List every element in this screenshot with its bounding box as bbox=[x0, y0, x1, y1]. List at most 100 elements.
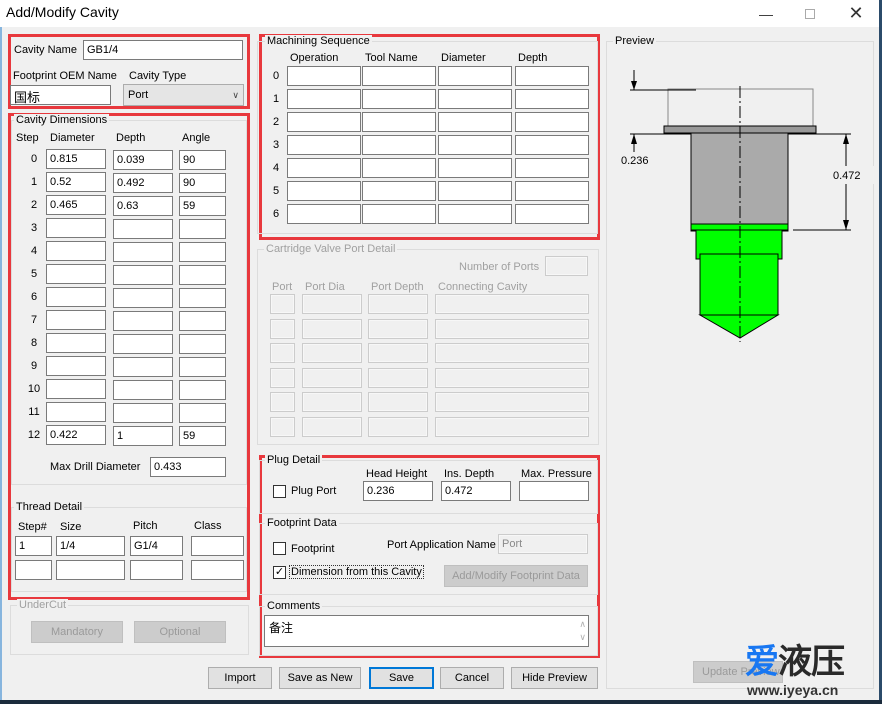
thread-pitch-input[interactable] bbox=[130, 560, 183, 580]
ms-diameter-input[interactable] bbox=[438, 135, 512, 155]
port-depth-input[interactable] bbox=[368, 294, 428, 314]
port-dia-input[interactable] bbox=[302, 343, 362, 363]
depth-input[interactable] bbox=[113, 357, 173, 377]
connecting-cavity-input[interactable] bbox=[435, 367, 589, 388]
diameter-input[interactable]: 0.422 bbox=[46, 425, 106, 445]
comments-textarea[interactable]: 备注 ∧ ∨ bbox=[264, 615, 589, 647]
thread-class-input[interactable] bbox=[191, 560, 244, 580]
port-depth-input[interactable] bbox=[368, 343, 428, 363]
port-depth-input[interactable] bbox=[368, 367, 428, 388]
tool-name-input[interactable] bbox=[362, 181, 436, 201]
angle-input[interactable] bbox=[179, 403, 226, 423]
connecting-cavity-input[interactable] bbox=[435, 392, 589, 412]
thread-size-input[interactable] bbox=[56, 560, 125, 580]
angle-input[interactable] bbox=[179, 288, 226, 308]
dimension-checkbox[interactable]: ✓ bbox=[273, 566, 286, 579]
depth-input[interactable]: 0.492 bbox=[113, 173, 173, 193]
head-height-input[interactable]: 0.236 bbox=[363, 481, 433, 501]
thread-size-input[interactable]: 1/4 bbox=[56, 536, 125, 556]
port-depth-input[interactable] bbox=[368, 392, 428, 412]
port-input[interactable] bbox=[270, 392, 295, 412]
operation-input[interactable] bbox=[287, 158, 361, 178]
depth-input[interactable] bbox=[113, 380, 173, 400]
ms-depth-input[interactable] bbox=[515, 66, 589, 86]
ms-depth-input[interactable] bbox=[515, 181, 589, 201]
ms-depth-input[interactable] bbox=[515, 204, 589, 224]
port-input[interactable] bbox=[270, 416, 295, 437]
angle-input[interactable] bbox=[179, 265, 226, 285]
diameter-input[interactable] bbox=[46, 218, 106, 238]
depth-input[interactable] bbox=[113, 403, 173, 423]
plug-port-checkbox[interactable] bbox=[273, 485, 286, 498]
ms-diameter-input[interactable] bbox=[438, 89, 512, 109]
ms-depth-input[interactable] bbox=[515, 89, 589, 109]
operation-input[interactable] bbox=[287, 112, 361, 132]
ms-diameter-input[interactable] bbox=[438, 181, 512, 201]
diameter-input[interactable] bbox=[46, 356, 106, 376]
ms-diameter-input[interactable] bbox=[438, 112, 512, 132]
port-dia-input[interactable] bbox=[302, 318, 362, 339]
diameter-input[interactable] bbox=[46, 310, 106, 330]
angle-input[interactable] bbox=[179, 311, 226, 331]
depth-input[interactable] bbox=[113, 265, 173, 285]
port-app-input[interactable]: Port bbox=[498, 534, 588, 554]
diameter-input[interactable] bbox=[46, 333, 106, 353]
ms-diameter-input[interactable] bbox=[438, 66, 512, 86]
port-dia-input[interactable] bbox=[302, 392, 362, 412]
ms-depth-input[interactable] bbox=[515, 158, 589, 178]
port-input[interactable] bbox=[270, 318, 295, 339]
port-depth-input[interactable] bbox=[368, 416, 428, 437]
thread-class-input[interactable] bbox=[191, 536, 244, 556]
tool-name-input[interactable] bbox=[362, 158, 436, 178]
operation-input[interactable] bbox=[287, 66, 361, 86]
ms-diameter-input[interactable] bbox=[438, 158, 512, 178]
tool-name-input[interactable] bbox=[362, 112, 436, 132]
port-input[interactable] bbox=[270, 343, 295, 363]
tool-name-input[interactable] bbox=[362, 204, 436, 224]
angle-input[interactable] bbox=[179, 334, 226, 354]
cancel-button[interactable]: Cancel bbox=[440, 667, 504, 689]
diameter-input[interactable]: 0.465 bbox=[46, 195, 106, 215]
save-as-new-button[interactable]: Save as New bbox=[279, 667, 361, 689]
port-dia-input[interactable] bbox=[302, 294, 362, 314]
diameter-input[interactable]: 0.52 bbox=[46, 172, 106, 192]
diameter-input[interactable] bbox=[46, 379, 106, 399]
port-input[interactable] bbox=[270, 367, 295, 388]
ms-depth-input[interactable] bbox=[515, 112, 589, 132]
depth-input[interactable] bbox=[113, 311, 173, 331]
angle-input[interactable] bbox=[179, 242, 226, 262]
close-button[interactable]: ✕ bbox=[833, 0, 879, 27]
diameter-input[interactable]: 0.815 bbox=[46, 149, 106, 169]
connecting-cavity-input[interactable] bbox=[435, 318, 589, 339]
angle-input[interactable]: 90 bbox=[179, 150, 226, 170]
thread-pitch-input[interactable]: G1/4 bbox=[130, 536, 183, 556]
angle-input[interactable] bbox=[179, 380, 226, 400]
depth-input[interactable]: 1 bbox=[113, 426, 173, 446]
cavity-type-select[interactable]: Port ∨ bbox=[123, 84, 244, 106]
operation-input[interactable] bbox=[287, 135, 361, 155]
comments-scrollbar[interactable]: ∧ ∨ bbox=[579, 618, 586, 644]
port-depth-input[interactable] bbox=[368, 318, 428, 339]
thread-step-input[interactable] bbox=[15, 560, 52, 580]
minimize-button[interactable]: — bbox=[743, 0, 789, 27]
port-dia-input[interactable] bbox=[302, 416, 362, 437]
angle-input[interactable] bbox=[179, 357, 226, 377]
mandatory-button[interactable]: Mandatory bbox=[31, 621, 123, 643]
angle-input[interactable]: 90 bbox=[179, 173, 226, 193]
hide-preview-button[interactable]: Hide Preview bbox=[511, 667, 598, 689]
depth-input[interactable]: 0.039 bbox=[113, 150, 173, 170]
ms-diameter-input[interactable] bbox=[438, 204, 512, 224]
connecting-cavity-input[interactable] bbox=[435, 343, 589, 363]
depth-input[interactable] bbox=[113, 334, 173, 354]
tool-name-input[interactable] bbox=[362, 89, 436, 109]
diameter-input[interactable] bbox=[46, 264, 106, 284]
number-of-ports-input[interactable] bbox=[545, 256, 588, 276]
operation-input[interactable] bbox=[287, 204, 361, 224]
ms-depth-input[interactable] bbox=[515, 135, 589, 155]
thread-step-input[interactable]: 1 bbox=[15, 536, 52, 556]
scroll-down-icon[interactable]: ∨ bbox=[579, 631, 586, 644]
port-input[interactable] bbox=[270, 294, 295, 314]
diameter-input[interactable] bbox=[46, 241, 106, 261]
diameter-input[interactable] bbox=[46, 287, 106, 307]
depth-input[interactable]: 0.63 bbox=[113, 196, 173, 216]
